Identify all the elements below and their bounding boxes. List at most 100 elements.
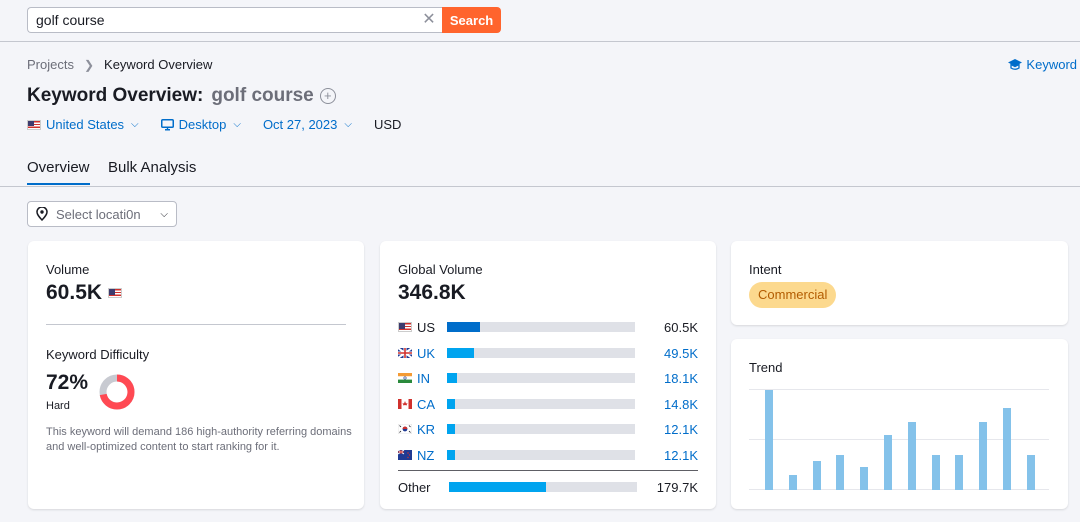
country-row-other: Other 179.7K	[398, 479, 698, 495]
trend-bar[interactable]	[789, 475, 797, 490]
country-row-ca[interactable]: CA 14.8K	[398, 396, 698, 412]
search-button[interactable]: Search	[442, 7, 501, 33]
country-code: NZ	[417, 447, 435, 463]
global-volume-card: Global Volume 346.8K US 60.5K UK 49.5K I…	[380, 241, 716, 509]
country-bar-fill	[447, 399, 455, 409]
chevron-right-icon: ❯	[83, 57, 95, 72]
new-zealand-flag-icon	[398, 450, 412, 460]
country-bar-track	[447, 450, 635, 460]
country-filter[interactable]: United States ⌵	[27, 117, 139, 132]
trend-bar[interactable]	[955, 455, 963, 490]
kd-label: Keyword Difficulty	[46, 347, 150, 362]
chevron-down-icon: ⌵	[131, 119, 139, 130]
country-row-in[interactable]: IN 18.1K	[398, 370, 698, 386]
location-select-placeholder: Select locati0n	[56, 206, 141, 222]
kd-description: This keyword will demand 186 high-author…	[46, 426, 352, 453]
country-row-us[interactable]: US 60.5K	[398, 319, 698, 335]
country-row-nz[interactable]: NZ 12.1K	[398, 447, 698, 463]
country-bar-track	[447, 348, 635, 358]
trend-bar[interactable]	[813, 461, 821, 490]
country-bar-fill	[447, 322, 480, 332]
country-volume: 14.8K	[664, 396, 698, 412]
country-code: CA	[417, 396, 436, 412]
trend-bar[interactable]	[836, 455, 844, 490]
divider	[398, 470, 698, 471]
country-row-kr[interactable]: KR 12.1K	[398, 421, 698, 437]
trend-card: Trend	[731, 339, 1068, 509]
country-bar-fill	[447, 424, 455, 434]
trend-bar[interactable]	[1003, 408, 1011, 490]
trend-bar[interactable]	[908, 422, 916, 490]
filters-bar: United States ⌵ Desktop ⌵ Oct 27, 2023 ⌵…	[27, 117, 423, 132]
country-code: IN	[417, 370, 430, 386]
trend-bar[interactable]	[860, 467, 868, 490]
breadcrumb: Projects ❯ Keyword Overview	[27, 57, 212, 72]
country-row-uk[interactable]: UK 49.5K	[398, 345, 698, 361]
search-input[interactable]	[27, 7, 443, 33]
chevron-down-icon: ⌵	[344, 119, 352, 130]
trend-bar[interactable]	[884, 435, 892, 490]
currency-value: USD	[373, 117, 402, 132]
add-keyword-icon[interactable]: +	[319, 88, 336, 104]
india-flag-icon	[398, 373, 412, 383]
date-filter[interactable]: Oct 27, 2023 ⌵	[263, 117, 352, 132]
date-filter-label: Oct 27, 2023	[262, 117, 338, 132]
volume-label: Volume	[46, 262, 90, 277]
canada-flag-icon	[398, 399, 412, 409]
trend-bar[interactable]	[979, 422, 987, 490]
trend-chart	[749, 389, 1049, 490]
volume-value-row: 60.5K	[46, 281, 123, 305]
breadcrumb-projects[interactable]: Projects	[27, 57, 74, 72]
country-code: US	[417, 319, 436, 335]
country-bar-track	[447, 424, 635, 434]
trend-bar[interactable]	[1027, 455, 1035, 490]
country-code: KR	[417, 421, 436, 437]
page-title-keyword: golf course	[211, 85, 314, 106]
korea-flag-icon	[398, 424, 412, 434]
country-bar-fill	[447, 450, 455, 460]
currency-label: USD	[374, 117, 401, 132]
other-volume: 179.7K	[656, 479, 698, 495]
intent-badge: Commercial	[749, 282, 837, 308]
chevron-down-icon: ⌵	[160, 208, 168, 220]
country-filter-label: United States	[46, 117, 125, 132]
kd-value: 72%	[46, 371, 89, 394]
tab-overview[interactable]: Overview	[27, 159, 90, 185]
us-flag-icon	[108, 288, 123, 298]
page-title-prefix: Keyword Overview:	[27, 85, 204, 106]
country-bar-track	[447, 399, 635, 409]
graduation-cap-icon	[1008, 58, 1023, 70]
keyword-help-label: Keyword	[1026, 57, 1077, 72]
volume-value: 60.5K	[46, 281, 103, 304]
tab-bulk-analysis[interactable]: Bulk Analysis	[108, 159, 196, 176]
us-flag-icon	[27, 119, 41, 130]
breadcrumb-current: Keyword Overview	[104, 57, 213, 72]
country-code: UK	[417, 345, 436, 361]
country-bar-track	[447, 322, 635, 332]
country-volume: 49.5K	[664, 345, 698, 361]
location-select[interactable]: Select locati0n ⌵	[27, 201, 177, 227]
trend-label: Trend	[749, 360, 783, 375]
country-bar-track	[449, 482, 637, 492]
trend-bar[interactable]	[765, 390, 773, 490]
country-bar-fill	[447, 348, 474, 358]
device-filter-label: Desktop	[178, 117, 227, 132]
uk-flag-icon	[398, 348, 412, 358]
trend-bar[interactable]	[932, 455, 940, 490]
clear-search-icon[interactable]: ✕	[419, 10, 439, 30]
intent-label: Intent	[749, 262, 782, 277]
global-volume-label: Global Volume	[398, 262, 483, 277]
us-flag-icon	[398, 322, 412, 332]
country-volume: 60.5K	[664, 319, 698, 335]
other-label: Other	[398, 479, 431, 495]
page-title: Keyword Overview: golf course +	[27, 85, 336, 107]
keyword-help-link[interactable]: Keyword	[1008, 57, 1077, 72]
country-volume: 18.1K	[664, 370, 698, 386]
tab-bar: Overview Bulk Analysis	[0, 150, 1080, 187]
device-filter[interactable]: Desktop ⌵	[160, 117, 241, 132]
kd-level: Hard	[46, 400, 70, 412]
country-bar-fill	[449, 482, 546, 492]
search-form: ✕ Search	[27, 7, 501, 33]
kd-donut-chart	[99, 374, 135, 410]
desktop-icon	[160, 118, 174, 130]
